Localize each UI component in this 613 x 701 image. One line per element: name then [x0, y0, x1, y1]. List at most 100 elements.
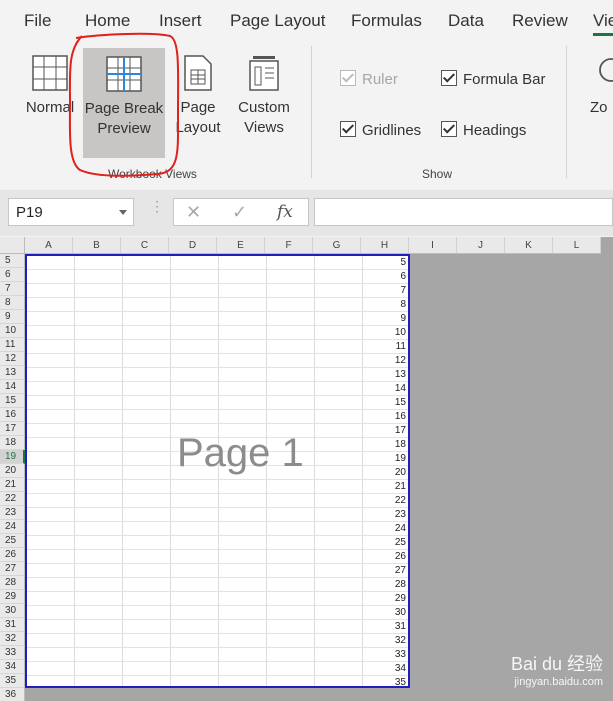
- cell-value[interactable]: 35: [395, 676, 406, 686]
- gridline: [27, 353, 408, 354]
- row-header[interactable]: 30: [0, 604, 25, 618]
- row-header[interactable]: 29: [0, 590, 25, 604]
- column-header[interactable]: D: [169, 237, 217, 254]
- select-all-corner[interactable]: [0, 237, 25, 254]
- cell-value[interactable]: 19: [395, 452, 406, 465]
- cell-value[interactable]: 34: [395, 662, 406, 675]
- cell-value[interactable]: 20: [395, 466, 406, 479]
- column-header[interactable]: E: [217, 237, 265, 254]
- row-header[interactable]: 36: [0, 688, 25, 701]
- cell-value[interactable]: 10: [395, 326, 406, 339]
- cell-value[interactable]: 14: [395, 382, 406, 395]
- cell-value[interactable]: 7: [400, 284, 406, 297]
- row-header[interactable]: 17: [0, 422, 25, 436]
- row-header[interactable]: 11: [0, 338, 25, 352]
- enter-icon[interactable]: ✓: [232, 202, 247, 223]
- cell-value[interactable]: 25: [395, 536, 406, 549]
- cell-value[interactable]: 26: [395, 550, 406, 563]
- name-box[interactable]: P19: [8, 198, 134, 226]
- row-header[interactable]: 20: [0, 464, 25, 478]
- tab-view[interactable]: Vie: [593, 11, 613, 36]
- page-1-area[interactable]: Page 1 5 6 7 8 9 10 11 12 13 14 15 16 17 18 19 20 21 22 23…: [25, 254, 410, 688]
- cell-value[interactable]: 15: [395, 396, 406, 409]
- tab-home[interactable]: Home: [85, 11, 130, 31]
- cell-value[interactable]: 16: [395, 410, 406, 423]
- custom-views-button[interactable]: Custom Views: [236, 54, 292, 138]
- column-header[interactable]: G: [313, 237, 361, 254]
- worksheet-grid[interactable]: ABCDEFGHIJKL 5 6 7 8 9 10 11 12 13 14 15 16 17 18 19 20…: [0, 237, 613, 701]
- row-header[interactable]: 12: [0, 352, 25, 366]
- cell-value[interactable]: 11: [396, 340, 406, 353]
- row-header[interactable]: 23: [0, 506, 25, 520]
- tab-review[interactable]: Review: [512, 11, 568, 31]
- cell-value[interactable]: 6: [400, 270, 406, 283]
- row-header[interactable]: 35: [0, 674, 25, 688]
- cell-value[interactable]: 33: [395, 648, 406, 661]
- row-header[interactable]: 25: [0, 534, 25, 548]
- cell-value[interactable]: 28: [395, 578, 406, 591]
- row-header[interactable]: 32: [0, 632, 25, 646]
- tab-file[interactable]: File: [24, 11, 51, 31]
- more-options-icon[interactable]: ⋮: [150, 199, 164, 213]
- cell-value[interactable]: 23: [395, 508, 406, 521]
- row-header[interactable]: 34: [0, 660, 25, 674]
- row-header[interactable]: 5: [0, 254, 25, 268]
- column-header[interactable]: I: [409, 237, 457, 254]
- cell-value[interactable]: 21: [395, 480, 406, 493]
- row-header[interactable]: 22: [0, 492, 25, 506]
- row-header[interactable]: 6: [0, 268, 25, 282]
- cell-value[interactable]: 18: [395, 438, 406, 451]
- row-header[interactable]: 10: [0, 324, 25, 338]
- column-header[interactable]: A: [25, 237, 73, 254]
- tab-data[interactable]: Data: [448, 11, 484, 31]
- cell-value[interactable]: 17: [395, 424, 406, 437]
- row-header[interactable]: 33: [0, 646, 25, 660]
- cell-value[interactable]: 8: [400, 298, 406, 311]
- cancel-icon[interactable]: ✕: [186, 202, 201, 223]
- tab-formulas[interactable]: Formulas: [351, 11, 422, 31]
- cell-value[interactable]: 29: [395, 592, 406, 605]
- cell-value[interactable]: 5: [400, 256, 406, 269]
- cell-value[interactable]: 12: [395, 354, 406, 367]
- row-header[interactable]: 15: [0, 394, 25, 408]
- row-header[interactable]: 19: [0, 450, 25, 464]
- column-header[interactable]: K: [505, 237, 553, 254]
- formula-bar-checkbox[interactable]: Formula Bar: [441, 70, 546, 88]
- column-header[interactable]: J: [457, 237, 505, 254]
- cell-value[interactable]: 30: [395, 606, 406, 619]
- column-header[interactable]: C: [121, 237, 169, 254]
- cell-value[interactable]: 13: [395, 368, 406, 381]
- column-header[interactable]: H: [361, 237, 409, 254]
- row-header[interactable]: 26: [0, 548, 25, 562]
- row-header[interactable]: 24: [0, 520, 25, 534]
- row-header[interactable]: 21: [0, 478, 25, 492]
- row-header[interactable]: 28: [0, 576, 25, 590]
- tab-page-layout[interactable]: Page Layout: [230, 11, 325, 31]
- formula-input[interactable]: [314, 198, 613, 226]
- insert-function-icon[interactable]: fx: [277, 202, 293, 222]
- column-header[interactable]: L: [553, 237, 601, 254]
- cell-value[interactable]: 9: [400, 312, 406, 325]
- cell-value[interactable]: 31: [395, 620, 406, 633]
- row-header[interactable]: 8: [0, 296, 25, 310]
- cell-value[interactable]: 24: [395, 522, 406, 535]
- row-header[interactable]: 18: [0, 436, 25, 450]
- gridlines-checkbox[interactable]: Gridlines: [340, 121, 421, 139]
- column-header[interactable]: B: [73, 237, 121, 254]
- cell-value[interactable]: 27: [395, 564, 406, 577]
- zoom-button[interactable]: Zo: [590, 54, 613, 118]
- row-header[interactable]: 13: [0, 366, 25, 380]
- cell-value[interactable]: 22: [395, 494, 406, 507]
- column-header[interactable]: F: [265, 237, 313, 254]
- ruler-checkbox[interactable]: Ruler: [340, 70, 398, 88]
- row-header[interactable]: 16: [0, 408, 25, 422]
- headings-checkbox[interactable]: Headings: [441, 121, 526, 139]
- row-header[interactable]: 31: [0, 618, 25, 632]
- row-header[interactable]: 7: [0, 282, 25, 296]
- chevron-down-icon[interactable]: [119, 210, 127, 215]
- cell-value[interactable]: 32: [395, 634, 406, 647]
- row-header[interactable]: 27: [0, 562, 25, 576]
- row-header[interactable]: 9: [0, 310, 25, 324]
- row-header[interactable]: 14: [0, 380, 25, 394]
- tab-insert[interactable]: Insert: [159, 11, 202, 31]
